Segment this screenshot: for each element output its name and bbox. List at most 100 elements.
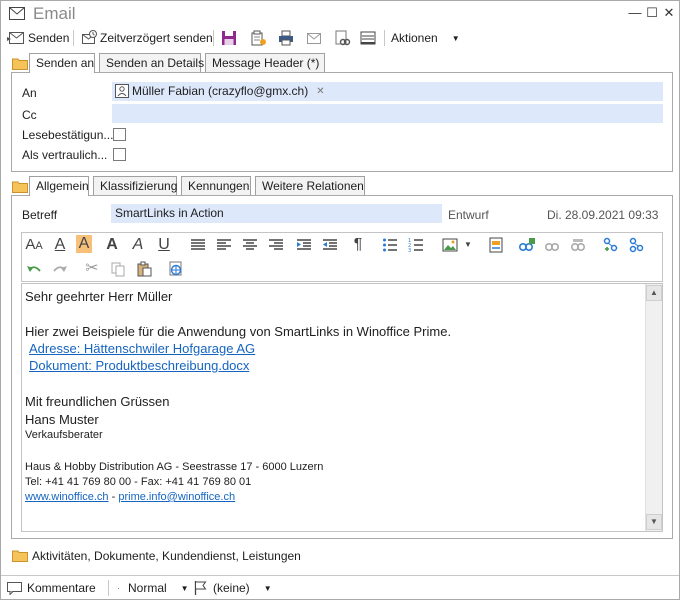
actions-menu-button[interactable]: Aktionen ▼ bbox=[391, 29, 460, 47]
tab-identifiers[interactable]: Kennungen bbox=[181, 176, 251, 195]
align-center-icon[interactable] bbox=[240, 235, 260, 255]
folder-icon bbox=[12, 550, 28, 562]
read-receipt-checkbox[interactable] bbox=[113, 128, 126, 141]
scroll-up-arrow-icon[interactable]: ▲ bbox=[646, 285, 662, 301]
maximize-button[interactable]: ☐ bbox=[644, 5, 660, 21]
subject-field[interactable]: SmartLinks in Action bbox=[111, 204, 442, 223]
image-dropdown-icon[interactable]: ▼ bbox=[458, 235, 478, 255]
remove-recipient-icon[interactable]: ✕ bbox=[316, 86, 324, 97]
flag-value: (keine) bbox=[213, 581, 250, 595]
insert-image-icon[interactable] bbox=[440, 235, 460, 255]
tab-send-to[interactable]: Senden an bbox=[29, 53, 95, 73]
comments-button[interactable]: Kommentare bbox=[7, 579, 96, 597]
confidential-label: Als vertraulich... bbox=[22, 148, 108, 162]
recipient-tabs: Senden an Senden an Details Message Head… bbox=[29, 53, 329, 73]
send-label: Senden bbox=[28, 31, 70, 45]
comments-label: Kommentare bbox=[27, 581, 96, 595]
underline-icon[interactable]: U bbox=[154, 235, 174, 255]
smartlink-disabled-icon[interactable] bbox=[542, 235, 562, 255]
paste-icon[interactable] bbox=[134, 259, 154, 279]
link-nodes-icon[interactable] bbox=[626, 235, 646, 255]
dropdown-arrow-icon: ▼ bbox=[263, 583, 272, 593]
send-mail-icon bbox=[7, 32, 24, 44]
folder-icon bbox=[12, 58, 28, 70]
minimize-button[interactable]: — bbox=[627, 5, 643, 21]
insert-field-icon[interactable] bbox=[486, 235, 506, 255]
body-company-line: Haus & Hobby Distribution AG - Seestrass… bbox=[25, 461, 324, 473]
email-window: Email — ☐ ✕ Senden Zeitverzögert senden bbox=[0, 0, 680, 600]
confidential-checkbox[interactable] bbox=[113, 148, 126, 161]
body-phone-line: Tel: +41 41 769 80 00 - Fax: +41 41 769 … bbox=[25, 476, 252, 488]
priority-value: Normal bbox=[128, 581, 167, 595]
cc-field[interactable] bbox=[112, 104, 663, 123]
editor-toolbar: AA A A A A U ¶ 123 ▼ ✂ bbox=[21, 232, 663, 282]
scroll-down-arrow-icon[interactable]: ▼ bbox=[646, 514, 662, 530]
copy-icon[interactable] bbox=[108, 259, 128, 279]
outdent-icon[interactable] bbox=[320, 235, 340, 255]
align-right-icon[interactable] bbox=[266, 235, 286, 255]
smartlink-address[interactable]: Adresse: Hättenschwiler Hofgarage AG bbox=[29, 341, 255, 356]
justify-icon[interactable] bbox=[188, 235, 208, 255]
italic-icon[interactable]: A bbox=[128, 235, 148, 255]
numbered-list-icon[interactable]: 123 bbox=[406, 235, 426, 255]
align-left-icon[interactable] bbox=[214, 235, 234, 255]
recipient-panel: An Müller Fabian (crazyflo@gmx.ch) ✕ Cc … bbox=[11, 72, 673, 172]
link-icon[interactable] bbox=[333, 29, 351, 47]
actions-label: Aktionen bbox=[391, 31, 438, 45]
add-node-icon[interactable] bbox=[600, 235, 620, 255]
font-color-icon[interactable]: A bbox=[50, 235, 70, 255]
recipient-chip[interactable]: Müller Fabian (crazyflo@gmx.ch) ✕ bbox=[115, 84, 325, 98]
print-icon[interactable] bbox=[277, 29, 295, 47]
flag-dropdown[interactable]: (keine) ▼ bbox=[194, 579, 272, 597]
tab-further-relations[interactable]: Weitere Relationen bbox=[255, 176, 365, 195]
message-body-editor[interactable]: Sehr geehrter Herr Müller Hier zwei Beis… bbox=[21, 283, 663, 532]
body-closing: Mit freundlichen Grüssen bbox=[25, 394, 170, 409]
tab-general[interactable]: Allgemein bbox=[29, 176, 89, 196]
to-field[interactable]: Müller Fabian (crazyflo@gmx.ch) ✕ bbox=[112, 82, 663, 101]
website-link[interactable]: www.winoffice.ch bbox=[25, 491, 109, 503]
redo-icon[interactable] bbox=[50, 259, 70, 279]
tab-classification[interactable]: Klassifizierung bbox=[93, 176, 177, 195]
clock-mail-icon bbox=[82, 30, 97, 44]
paragraph-marks-icon[interactable]: ¶ bbox=[348, 235, 368, 255]
email-link[interactable]: prime.info@winoffice.ch bbox=[118, 491, 235, 503]
bullet-list-icon[interactable] bbox=[380, 235, 400, 255]
attach-icon[interactable] bbox=[249, 29, 267, 47]
vertical-scrollbar[interactable]: ▲ ▼ bbox=[645, 284, 662, 531]
svg-text:3: 3 bbox=[408, 248, 411, 253]
general-panel: Betreff SmartLinks in Action Entwurf Di.… bbox=[11, 195, 673, 539]
save-icon[interactable] bbox=[220, 29, 238, 47]
close-button[interactable]: ✕ bbox=[661, 5, 677, 21]
toolbar-divider bbox=[213, 30, 214, 46]
font-size-icon[interactable]: AA bbox=[24, 235, 44, 255]
title-bar: Email — ☐ ✕ bbox=[1, 1, 679, 27]
to-label: An bbox=[22, 86, 37, 100]
tab-message-header[interactable]: Message Header (*) bbox=[205, 53, 325, 72]
folder-icon bbox=[12, 181, 28, 193]
smartlink-edit-icon[interactable] bbox=[568, 235, 588, 255]
delayed-send-button[interactable]: Zeitverzögert senden bbox=[81, 29, 213, 47]
send-button[interactable]: Senden bbox=[7, 29, 69, 47]
smartlink-document[interactable]: Dokument: Produktbeschreibung.docx bbox=[29, 358, 249, 373]
mail-icon[interactable] bbox=[305, 29, 323, 47]
body-intro: Hier zwei Beispiele für die Anwendung vo… bbox=[25, 324, 452, 339]
tab-send-to-details[interactable]: Senden an Details bbox=[99, 53, 204, 72]
highlight-icon[interactable]: A bbox=[76, 235, 92, 253]
undo-icon[interactable] bbox=[24, 259, 44, 279]
web-link-icon[interactable] bbox=[166, 259, 186, 279]
bold-icon[interactable]: A bbox=[102, 235, 122, 255]
cc-label: Cc bbox=[22, 108, 37, 122]
timestamp: Di. 28.09.2021 09:33 bbox=[547, 208, 659, 222]
delayed-send-label: Zeitverzögert senden bbox=[100, 31, 213, 45]
priority-dropdown[interactable]: · Normal ▼ bbox=[117, 579, 189, 597]
cut-icon[interactable]: ✂ bbox=[82, 259, 102, 279]
window-title: Email bbox=[33, 4, 76, 23]
smartlink-icon[interactable] bbox=[516, 235, 536, 255]
dropdown-arrow-icon: ▼ bbox=[451, 33, 460, 43]
related-items-section[interactable]: Aktivitäten, Dokumente, Kundendienst, Le… bbox=[32, 549, 301, 563]
subject-label: Betreff bbox=[22, 208, 58, 222]
envelope-icon bbox=[9, 7, 25, 20]
scanner-icon[interactable] bbox=[359, 29, 377, 47]
contact-card-icon bbox=[115, 84, 129, 98]
indent-icon[interactable] bbox=[294, 235, 314, 255]
